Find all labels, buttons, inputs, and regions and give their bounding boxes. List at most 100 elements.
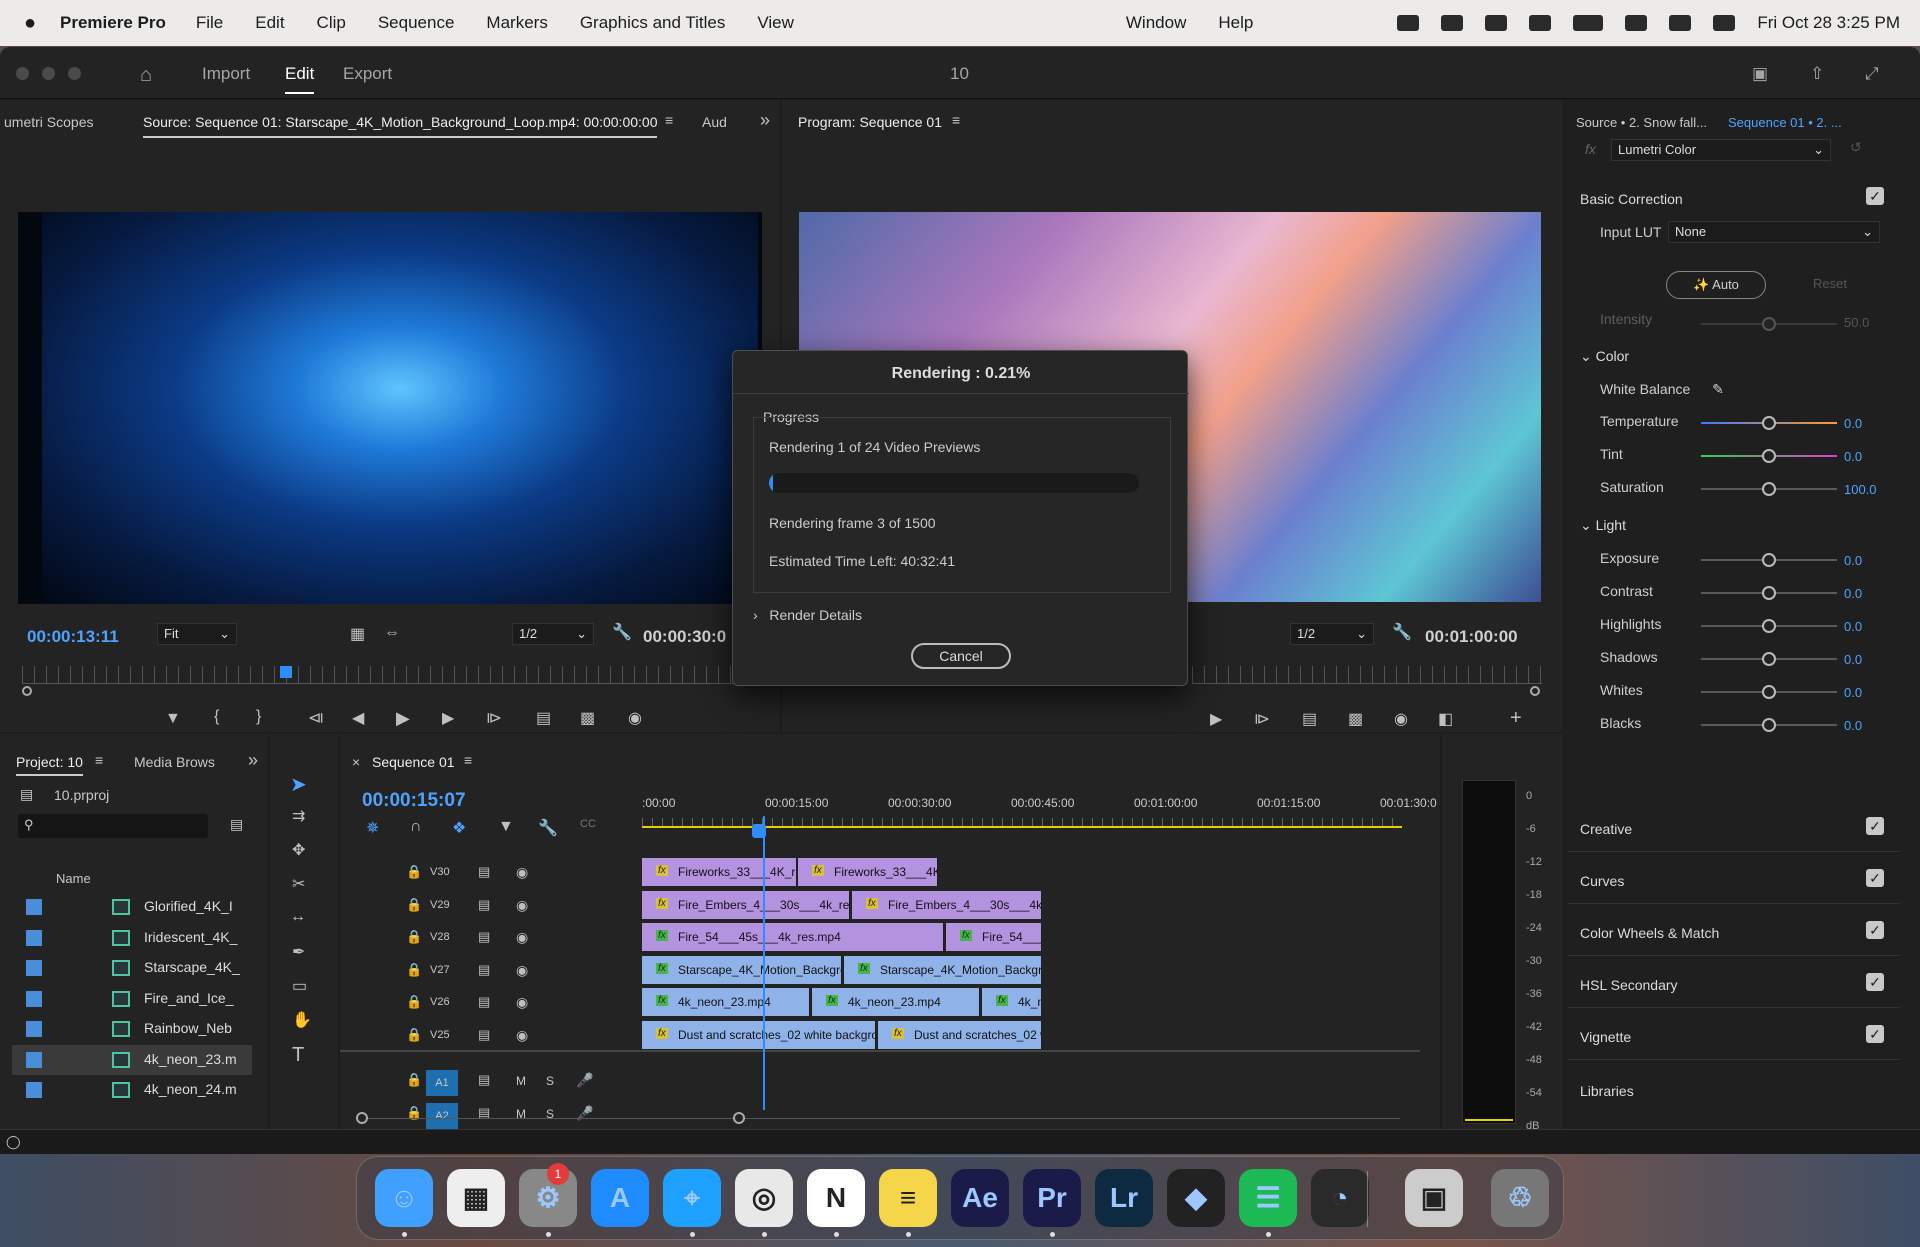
reset-button[interactable]: Reset xyxy=(1780,271,1880,299)
timeline-clip[interactable]: fx Fire_54___45s___4k_res.mp4 xyxy=(642,923,944,951)
snap-icon[interactable]: ∩ xyxy=(410,818,422,836)
preview-icon[interactable]: ▣ xyxy=(1405,1169,1463,1227)
timeline-ruler[interactable]: :00:00 00:00:15:00 00:00:30:00 00:00:45:00 0… xyxy=(642,788,1437,828)
audio-icon[interactable] xyxy=(1529,15,1552,31)
list-item[interactable]: Fire_and_Ice_ xyxy=(12,984,252,1014)
linked-selection-icon[interactable]: ❖ xyxy=(452,818,466,838)
program-go-to-out-icon[interactable]: ⧐ xyxy=(1254,709,1270,729)
go-to-in-icon[interactable]: ⧏ xyxy=(308,708,324,728)
section-color-wheels-match[interactable]: Color Wheels & Match xyxy=(1580,925,1719,941)
menu-help[interactable]: Help xyxy=(1218,13,1253,33)
blacks-knob[interactable] xyxy=(1762,718,1776,732)
color-label[interactable] xyxy=(26,990,42,1007)
timeline-clip[interactable]: fx Dust and scratches_02 white background… xyxy=(642,1020,876,1049)
lock-icon[interactable]: 🔒 xyxy=(406,994,422,1010)
lock-icon[interactable]: 🔒 xyxy=(406,897,422,913)
program-menu-icon[interactable]: ≡ xyxy=(952,112,960,128)
cancel-button[interactable]: Cancel xyxy=(911,643,1011,669)
search-icon[interactable] xyxy=(1669,15,1692,31)
track-label-v25[interactable]: V25 xyxy=(430,1029,450,1041)
saturation-value[interactable]: 100.0 xyxy=(1844,482,1877,497)
wrench-icon[interactable]: 🔧 xyxy=(612,622,632,642)
lightroom-icon[interactable]: Lr xyxy=(1095,1169,1153,1227)
source-timecode[interactable]: 00:00:13:11 xyxy=(27,627,119,647)
temperature-knob[interactable] xyxy=(1762,416,1776,430)
resolution-dropdown[interactable]: 1/2 ⌄ xyxy=(512,623,594,645)
lock-icon[interactable]: 🔒 xyxy=(406,1027,422,1043)
color-label[interactable] xyxy=(26,960,42,976)
highlights-slider[interactable] xyxy=(1701,619,1837,633)
sync-lock-icon[interactable]: ▤ xyxy=(478,1027,490,1043)
timeline-clip[interactable]: fx Fire_Embers_4___30s___4k_res.mp4 xyxy=(852,890,1042,919)
sequence-menu-icon[interactable]: ≡ xyxy=(464,752,472,768)
section-creative[interactable]: Creative xyxy=(1580,821,1632,837)
sequence-tab[interactable]: Sequence 01 xyxy=(372,754,455,770)
list-item[interactable]: 4k_neon_24.m xyxy=(12,1075,252,1105)
app-menu[interactable]: Premiere Pro xyxy=(60,13,166,33)
timeline-clip[interactable]: fx Starscape_4K_Motion_Background_Lo xyxy=(844,955,1042,984)
menu-clip[interactable]: Clip xyxy=(317,13,346,33)
eye-icon[interactable]: ◉ xyxy=(516,897,528,914)
saturation-slider[interactable] xyxy=(1701,482,1837,496)
search-input[interactable]: ⚲ xyxy=(18,814,208,838)
rectangle-tool-icon[interactable]: ▭ xyxy=(292,976,307,996)
settings-wrench-icon[interactable]: 🔧 xyxy=(538,818,558,838)
fullscreen-icon[interactable]: ⤢ xyxy=(1865,64,1879,84)
program-zoom-handle[interactable] xyxy=(1530,686,1540,696)
spotify-icon[interactable]: ☰ xyxy=(1239,1169,1297,1227)
track-label-a1[interactable]: A1 xyxy=(426,1070,458,1096)
sync-lock-icon[interactable]: ▤ xyxy=(478,962,490,978)
whites-slider[interactable] xyxy=(1701,685,1837,699)
playhead-handle[interactable] xyxy=(752,824,766,838)
close-icon[interactable]: × xyxy=(352,754,360,770)
color-label[interactable] xyxy=(26,1051,42,1068)
timeline-clip[interactable]: fx Starscape_4K_Motion_Background_Lo xyxy=(642,955,842,984)
insert-icon[interactable]: ⇔ xyxy=(384,624,400,642)
exposure-slider[interactable] xyxy=(1701,553,1837,567)
tab-export[interactable]: Export xyxy=(343,64,392,84)
mute-button[interactable]: M xyxy=(516,1074,526,1088)
track-label-v27[interactable]: V27 xyxy=(430,964,450,976)
eye-icon[interactable]: ◉ xyxy=(516,994,528,1011)
effect-dropdown[interactable]: Lumetri Color ⌄ xyxy=(1611,139,1831,161)
control-center-icon[interactable] xyxy=(1713,15,1736,31)
blacks-slider[interactable] xyxy=(1701,718,1837,732)
notion-icon[interactable]: N xyxy=(807,1169,865,1227)
section-curves[interactable]: Curves xyxy=(1580,873,1624,889)
hand-tool-icon[interactable]: ✋ xyxy=(292,1010,312,1030)
selection-tool-icon[interactable]: ➤ xyxy=(290,772,307,797)
minimize-button[interactable] xyxy=(42,67,55,80)
color-label[interactable] xyxy=(26,1082,42,1098)
overwrite-button-icon[interactable]: ▩ xyxy=(580,708,595,728)
shadows-value[interactable]: 0.0 xyxy=(1844,652,1862,667)
workspace-icon[interactable]: ▣ xyxy=(1752,64,1768,84)
source-ruler[interactable] xyxy=(22,666,772,684)
timeline-clip[interactable]: fx Dust and scratches_02 white b xyxy=(878,1020,1042,1049)
intensity-slider[interactable] xyxy=(1701,317,1837,331)
step-forward-icon[interactable]: ▶ xyxy=(442,708,454,728)
tint-value[interactable]: 0.0 xyxy=(1844,449,1862,464)
blender-icon[interactable]: ◔ xyxy=(1311,1169,1369,1227)
lock-icon[interactable]: 🔒 xyxy=(406,864,422,880)
list-item[interactable]: Starscape_4K_ xyxy=(12,953,252,983)
captions-icon[interactable]: CC xyxy=(580,818,596,830)
wifi-icon[interactable] xyxy=(1625,15,1648,31)
zoom-end-handle[interactable] xyxy=(733,1112,745,1124)
mark-in-icon[interactable]: { xyxy=(214,708,219,726)
home-icon[interactable]: ⌂ xyxy=(140,64,152,87)
zoom-handle[interactable] xyxy=(22,686,32,696)
project-tab[interactable]: Project: 10 xyxy=(16,754,83,776)
pen-tool-icon[interactable]: ✒ xyxy=(292,942,305,962)
audio-tab[interactable]: Aud xyxy=(702,114,727,130)
exposure-knob[interactable] xyxy=(1762,553,1776,567)
timeline-clip[interactable]: fx 4k_ne xyxy=(982,988,1042,1016)
highlights-value[interactable]: 0.0 xyxy=(1844,619,1862,634)
battery-icon[interactable] xyxy=(1573,15,1604,31)
eye-icon[interactable]: ◉ xyxy=(516,962,528,979)
zoom-start-handle[interactable] xyxy=(356,1112,368,1124)
share-icon[interactable]: ⇧ xyxy=(1810,64,1824,84)
lock-icon[interactable]: 🔒 xyxy=(406,962,422,978)
contrast-value[interactable]: 0.0 xyxy=(1844,586,1862,601)
new-bin-icon[interactable]: ▤ xyxy=(230,816,243,833)
program-ruler[interactable] xyxy=(1192,666,1542,684)
